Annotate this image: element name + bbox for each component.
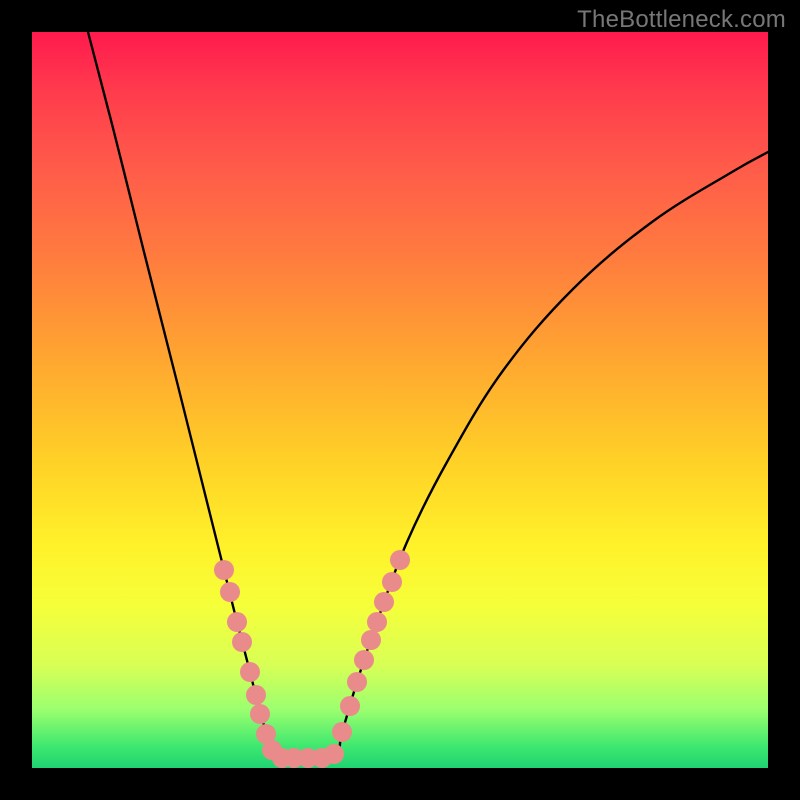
- bottleneck-curve-svg: [32, 32, 768, 768]
- bottleneck-curve-path: [88, 32, 768, 761]
- highlight-marker: [232, 632, 252, 652]
- highlight-marker: [246, 685, 266, 705]
- highlight-marker: [220, 582, 240, 602]
- highlight-marker: [347, 672, 367, 692]
- highlight-marker: [214, 560, 234, 580]
- highlight-marker-group: [214, 550, 410, 768]
- plot-area: [32, 32, 768, 768]
- highlight-marker: [324, 744, 344, 764]
- highlight-marker: [227, 612, 247, 632]
- highlight-marker: [250, 704, 270, 724]
- watermark-text: TheBottleneck.com: [577, 6, 786, 34]
- highlight-marker: [367, 612, 387, 632]
- highlight-marker: [390, 550, 410, 570]
- highlight-marker: [240, 662, 260, 682]
- highlight-marker: [374, 592, 394, 612]
- highlight-marker: [354, 650, 374, 670]
- highlight-marker: [340, 696, 360, 716]
- highlight-marker: [332, 722, 352, 742]
- highlight-marker: [382, 572, 402, 592]
- highlight-marker: [361, 630, 381, 650]
- chart-frame: TheBottleneck.com: [0, 0, 800, 800]
